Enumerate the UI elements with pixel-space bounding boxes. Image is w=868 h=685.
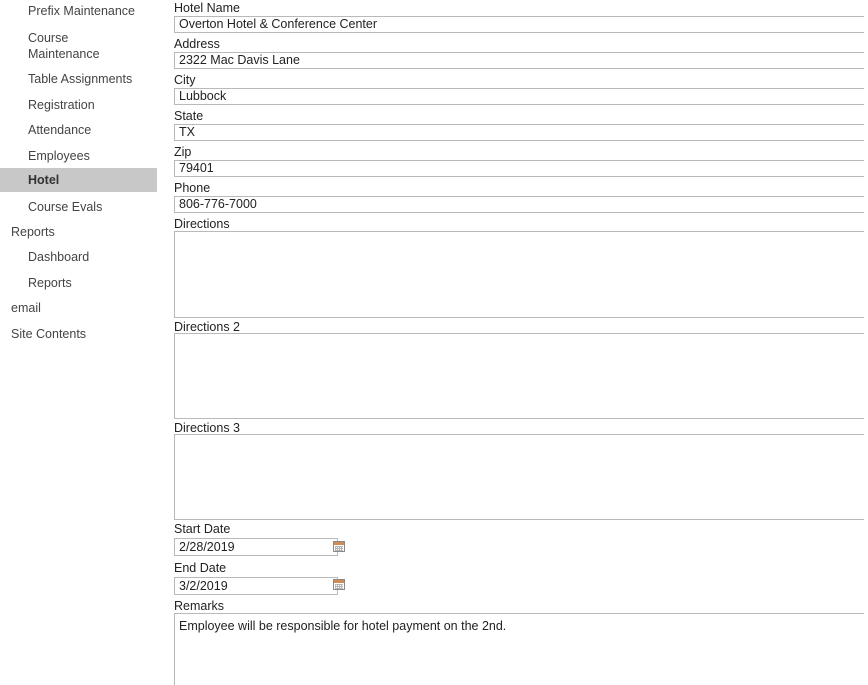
remarks-label: Remarks [174,599,225,613]
nav-item-hotel[interactable]: Hotel [0,168,157,192]
nav-item-dashboard[interactable]: Dashboard [0,249,157,265]
calendar-icon[interactable] [333,579,345,590]
nav-item-table-assignments[interactable]: Table Assignments [0,71,157,87]
nav-item-reports[interactable]: Reports [0,275,157,291]
start-date-label: Start Date [174,522,231,536]
nav-item-email[interactable]: email [0,300,157,316]
directions-3-label: Directions 3 [174,421,240,435]
nav-item-prefix-maintenance[interactable]: Prefix Maintenance [0,3,157,19]
end-date-input[interactable]: 3/2/2019 [174,577,338,595]
directions-2-label: Directions 2 [174,320,240,334]
nav-item-course-evals[interactable]: Course Evals [0,199,157,215]
directions-textarea[interactable] [174,231,864,318]
directions-label: Directions [174,217,230,231]
nav-item-attendance[interactable]: Attendance [0,122,157,138]
nav-item-course-maintenance[interactable]: Course Maintenance [0,30,120,62]
zip-input[interactable]: 79401 [174,160,864,177]
phone-input[interactable]: 806-776-7000 [174,196,864,213]
remarks-textarea[interactable]: Employee will be responsible for hotel p… [174,613,864,685]
address-input[interactable]: 2322 Mac Davis Lane [174,52,864,69]
nav-item-employees[interactable]: Employees [0,148,157,164]
state-label: State [174,109,204,123]
start-date-input[interactable]: 2/28/2019 [174,538,338,556]
city-label: City [174,73,196,87]
directions-3-textarea[interactable] [174,434,864,520]
zip-label: Zip [174,145,192,159]
directions-2-textarea[interactable] [174,333,864,419]
end-date-label: End Date [174,561,227,575]
calendar-icon[interactable] [333,541,345,552]
nav-item-site-contents[interactable]: Site Contents [0,326,157,342]
hotel-name-input[interactable]: Overton Hotel & Conference Center [174,16,864,33]
nav-item-reports-section[interactable]: Reports [0,224,157,240]
state-input[interactable]: TX [174,124,864,141]
phone-label: Phone [174,181,211,195]
hotel-name-label: Hotel Name [174,1,240,15]
city-input[interactable]: Lubbock [174,88,864,105]
address-label: Address [174,37,220,51]
nav-item-registration[interactable]: Registration [0,97,157,113]
